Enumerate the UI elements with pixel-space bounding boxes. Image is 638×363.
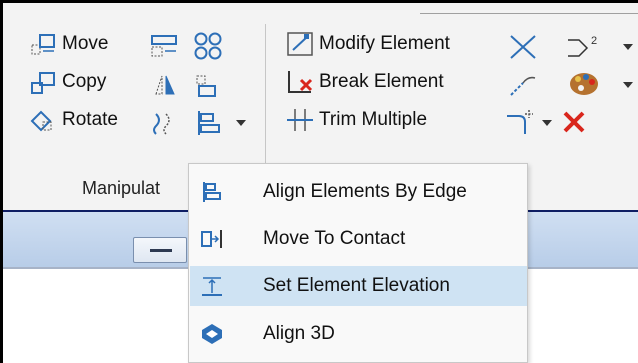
manipulate-group-label: Manipulat (82, 178, 161, 198)
align-dropdown-menu: Align Elements By Edge Move To Contact S… (188, 163, 528, 363)
move-label: Move (62, 33, 109, 54)
align-dropdown-arrow-icon[interactable] (235, 118, 247, 128)
trim-multiple-button[interactable]: Trim Multiple (285, 106, 427, 134)
svg-text:2: 2 (591, 35, 597, 47)
palette-dropdown-arrow-icon[interactable] (622, 80, 634, 90)
menu-item-label: Move To Contact (263, 228, 406, 249)
delete-icon[interactable] (561, 108, 587, 136)
top-strip (3, 3, 638, 19)
copy-icon (31, 72, 55, 94)
spin-icon[interactable] (150, 110, 178, 138)
menu-item-align-elements-by-edge[interactable]: Align Elements By Edge (190, 172, 527, 212)
menu-item-label: Align 3D (263, 323, 335, 344)
menu-item-set-element-elevation[interactable]: Set Element Elevation (190, 266, 527, 306)
modify-element-button[interactable]: Modify Element (285, 30, 450, 58)
top-divider (420, 13, 638, 14)
chamfer-icon[interactable]: 2 (565, 32, 605, 60)
extend-line-icon[interactable] (508, 70, 538, 98)
chamfer-dropdown-arrow-icon[interactable] (622, 42, 634, 52)
break-element-button[interactable]: Break Element (285, 68, 444, 96)
array-icon[interactable] (193, 31, 225, 61)
menu-item-label: Set Element Elevation (263, 275, 450, 296)
mirror-icon[interactable] (150, 72, 180, 98)
copy-label: Copy (62, 71, 107, 92)
rotate-icon (30, 110, 52, 132)
rotate-label: Rotate (62, 109, 118, 130)
align-edge-icon[interactable] (193, 108, 223, 138)
intersect-icon[interactable] (508, 33, 538, 61)
move-icon (31, 34, 55, 55)
trim-multiple-icon (287, 109, 313, 131)
align-edge-icon (203, 182, 221, 202)
palette-icon[interactable] (568, 70, 604, 98)
break-element-icon (288, 71, 313, 93)
move-to-contact-icon (201, 230, 222, 248)
move-button[interactable]: Move (28, 30, 108, 58)
menu-item-label: Align Elements By Edge (263, 181, 467, 202)
trim-multiple-label: Trim Multiple (319, 109, 428, 130)
scale-icon[interactable] (150, 34, 180, 58)
menu-item-move-to-contact[interactable]: Move To Contact (190, 219, 527, 259)
align-3d-icon (202, 324, 222, 344)
rotate-button[interactable]: Rotate (28, 106, 118, 134)
minimize-button[interactable] (133, 237, 187, 263)
modify-element-icon (287, 32, 313, 56)
copy-button[interactable]: Copy (28, 68, 106, 96)
set-elevation-icon (202, 277, 222, 296)
fillet-dropdown-arrow-icon[interactable] (541, 118, 553, 128)
menu-item-align-3d[interactable]: Align 3D (190, 314, 527, 354)
stretch-icon[interactable] (193, 74, 223, 98)
break-element-label: Break Element (319, 71, 444, 92)
modify-element-label: Modify Element (319, 33, 450, 54)
fillet-icon[interactable] (505, 108, 539, 136)
